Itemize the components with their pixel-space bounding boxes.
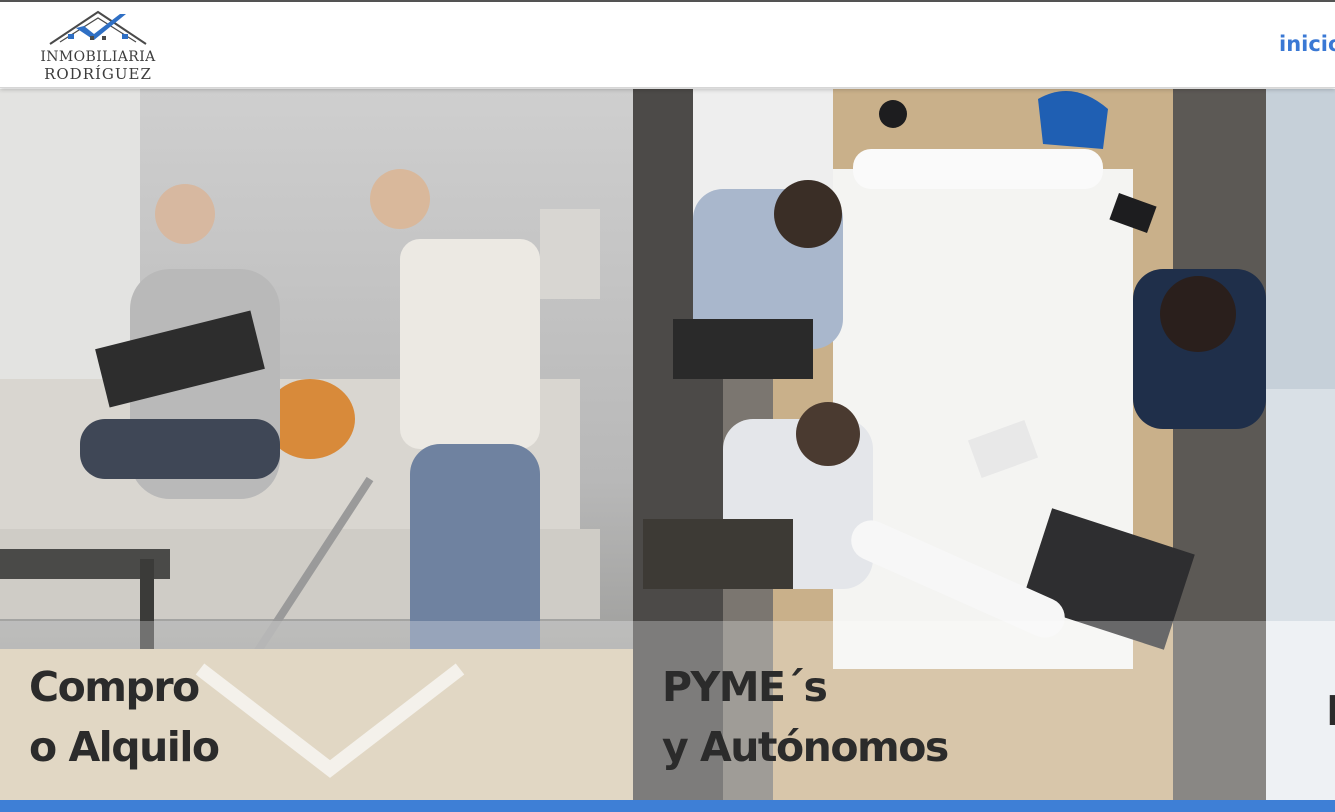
panel-title: Compro o Alquilo (29, 657, 220, 777)
panel-third[interactable]: I (1266, 89, 1335, 800)
panel-title-line1: Compro (29, 663, 200, 711)
panel-title-line1: I (1326, 687, 1335, 735)
panel-title-line2: y Autónomos (662, 723, 949, 771)
panel-title-line2: o Alquilo (29, 723, 220, 771)
house-roof-check-icon (49, 10, 147, 45)
bottom-accent-bar (0, 800, 1335, 812)
nav-item-inicio[interactable]: inicio (1279, 32, 1335, 56)
brand-name-line2: RODRÍGUEZ (44, 65, 152, 83)
brand-name-line1: INMOBILIARIA (40, 49, 156, 65)
site-header: INMOBILIARIA RODRÍGUEZ inicio (0, 2, 1335, 88)
panel-pymes-autonomos[interactable]: PYME´s y Autónomos (633, 89, 1266, 800)
panel-title-line1: PYME´s (662, 663, 828, 711)
caption-band (1266, 621, 1335, 800)
panel-compro-alquilo[interactable]: Compro o Alquilo (0, 89, 633, 800)
brand-logo[interactable]: INMOBILIARIA RODRÍGUEZ (36, 6, 160, 84)
panel-title: PYME´s y Autónomos (662, 657, 949, 777)
